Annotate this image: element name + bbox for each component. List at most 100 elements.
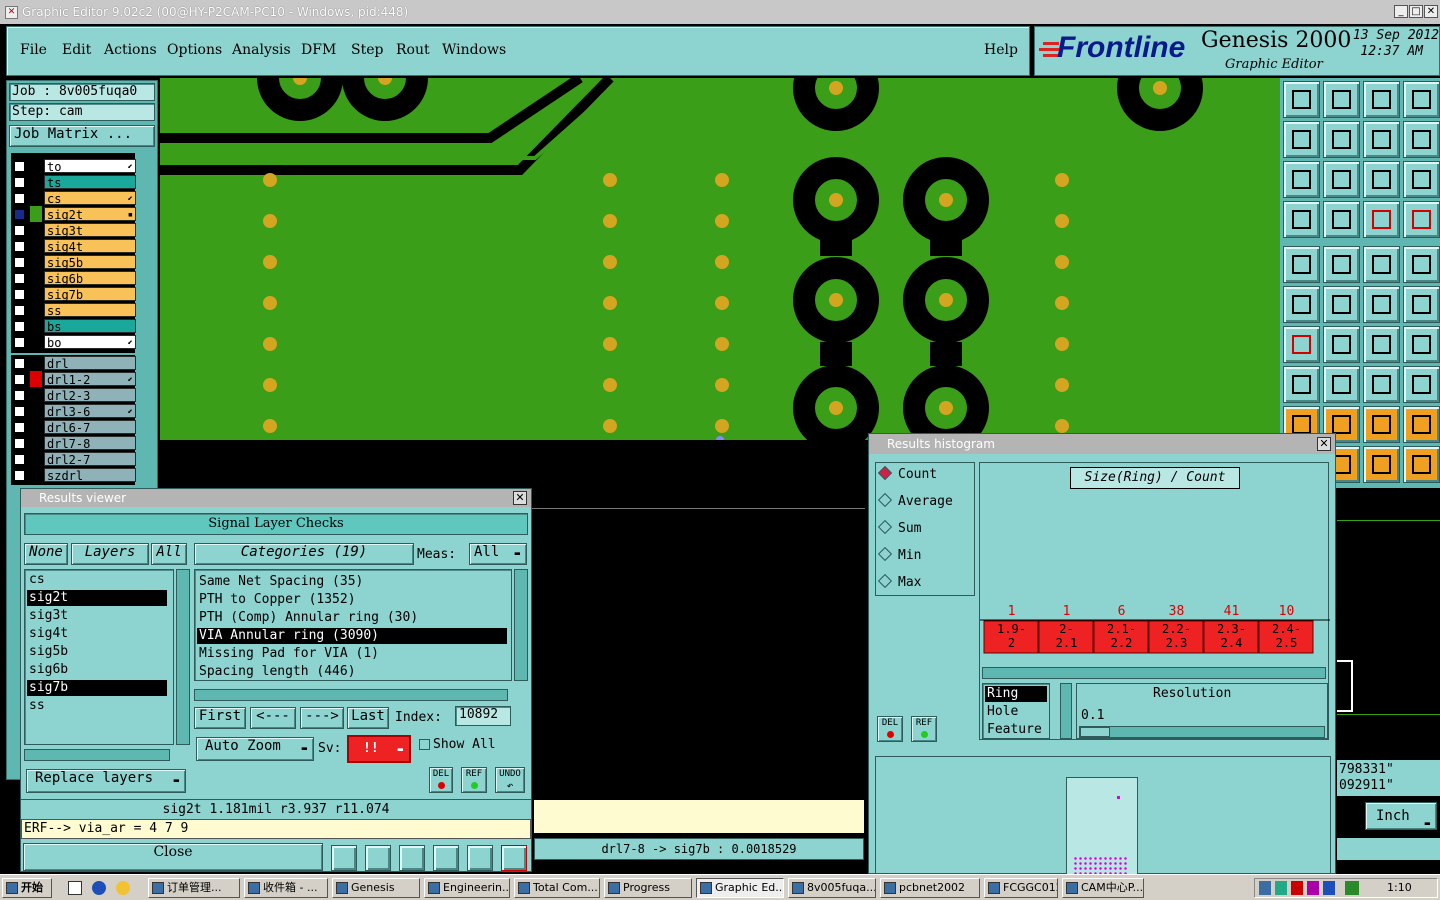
- layer-name[interactable]: bs: [44, 319, 136, 334]
- layer-row-sig5b[interactable]: sig5b: [10, 254, 136, 270]
- layer-row-drl6-7[interactable]: drl6-7: [10, 419, 136, 435]
- menu-help[interactable]: Help: [984, 42, 1018, 58]
- category-item[interactable]: VIA Annular ring (3090): [197, 628, 507, 644]
- layer-checkbox[interactable]: [14, 257, 25, 268]
- layer-checkbox[interactable]: [14, 422, 25, 433]
- pad-icon[interactable]: [1403, 246, 1440, 283]
- close-window-button[interactable]: ✕: [1424, 5, 1438, 18]
- taskbar-item[interactable]: Graphic Ed...: [696, 878, 784, 898]
- layer-row-bo[interactable]: bo ⬋: [10, 334, 136, 350]
- taskbar-item[interactable]: pcbnet2002: [880, 878, 980, 898]
- none-button[interactable]: None: [24, 543, 68, 565]
- span-icon[interactable]: [1363, 366, 1400, 403]
- layer-checkbox[interactable]: [14, 390, 25, 401]
- window-icon[interactable]: [1403, 81, 1440, 118]
- one-to-one-icon[interactable]: [1363, 161, 1400, 198]
- replace-layers-select[interactable]: Replace layers ▬: [26, 769, 186, 793]
- stat-option-average[interactable]: Average: [877, 492, 953, 512]
- layer-row-to[interactable]: to ⬋: [10, 158, 136, 174]
- result-layer-item[interactable]: sig7b: [27, 680, 167, 696]
- cross-icon[interactable]: [1323, 286, 1360, 323]
- desktop-icon[interactable]: [68, 881, 82, 895]
- layer-row-drl7-8[interactable]: drl7-8: [10, 435, 136, 451]
- menu-actions[interactable]: Actions: [104, 42, 157, 58]
- layer-row-drl2-7[interactable]: drl2-7: [10, 451, 136, 467]
- menu-rout[interactable]: Rout: [396, 42, 430, 58]
- layer-list-hscrollbar[interactable]: [24, 749, 170, 761]
- report-icon[interactable]: [331, 845, 357, 871]
- type-list[interactable]: Ring Hole Feature: [982, 683, 1050, 739]
- layer-checkbox[interactable]: [14, 337, 25, 348]
- layer-checkbox[interactable]: [14, 273, 25, 284]
- show-all-checkbox[interactable]: [419, 739, 430, 750]
- menu-analysis[interactable]: Analysis: [232, 42, 291, 58]
- zoom-center-icon[interactable]: [1323, 161, 1360, 198]
- list-icon[interactable]: [467, 845, 493, 871]
- menu-dfm[interactable]: DFM: [301, 42, 336, 58]
- gear-blue-icon[interactable]: [1403, 366, 1440, 403]
- layer-row-bs[interactable]: bs: [10, 318, 136, 334]
- category-list[interactable]: Same Net Spacing (35) PTH to Copper (1352…: [194, 569, 512, 681]
- layer-name[interactable]: sig3t: [44, 223, 136, 238]
- stat-option-count[interactable]: Count: [877, 465, 937, 485]
- hist-del-button[interactable]: DEL: [877, 716, 903, 742]
- hist-ref-button[interactable]: REF: [911, 716, 937, 742]
- layer-checkbox[interactable]: [14, 241, 25, 252]
- resolution-slider[interactable]: [1079, 726, 1325, 738]
- flag-icon[interactable]: [1363, 406, 1400, 443]
- auto-zoom-select[interactable]: Auto Zoom ▬: [196, 737, 314, 761]
- cancel-grid-icon[interactable]: [399, 845, 425, 871]
- layer-row-sig3t[interactable]: sig3t: [10, 222, 136, 238]
- layer-checkbox[interactable]: [14, 358, 25, 369]
- layer-name[interactable]: bo ⬋: [44, 335, 136, 350]
- select-icon[interactable]: [1283, 246, 1320, 283]
- result-layer-item[interactable]: sig3t: [27, 608, 167, 624]
- swap-icon[interactable]: [1363, 121, 1400, 158]
- arc-icon[interactable]: [1363, 326, 1400, 363]
- layer-name[interactable]: drl2-7: [44, 452, 136, 467]
- cursor4-icon[interactable]: [1403, 446, 1440, 483]
- next-button[interactable]: --->: [300, 707, 344, 729]
- edit-shape-icon[interactable]: [1323, 246, 1360, 283]
- units-select[interactable]: Inch ▬: [1365, 802, 1437, 830]
- first-button[interactable]: First: [194, 707, 246, 729]
- layer-checkbox[interactable]: [14, 305, 25, 316]
- minimize-button[interactable]: _: [1394, 5, 1408, 18]
- layer-row-drl[interactable]: drl: [10, 355, 136, 371]
- layer-row-drl1-2[interactable]: drl1-2 ⬋: [10, 371, 136, 387]
- measure-ruler-icon[interactable]: [1363, 246, 1400, 283]
- category-item[interactable]: Same Net Spacing (35): [197, 574, 507, 590]
- layer-checkbox[interactable]: [14, 438, 25, 449]
- layer-checkbox[interactable]: [14, 225, 25, 236]
- layer-name[interactable]: ts: [44, 175, 136, 190]
- histogram-close-icon[interactable]: ✕: [1317, 437, 1331, 451]
- taskbar-item[interactable]: CAM中心P...: [1062, 878, 1144, 898]
- layer-row-drl2-3[interactable]: drl2-3: [10, 387, 136, 403]
- type-option[interactable]: Ring: [985, 686, 1047, 702]
- undo-button[interactable]: UNDO ↶: [495, 767, 525, 793]
- result-layer-item[interactable]: sig6b: [27, 662, 167, 678]
- layer-row-sig7b[interactable]: sig7b: [10, 286, 136, 302]
- ie-icon[interactable]: [92, 881, 106, 895]
- category-scrollbar[interactable]: [514, 569, 528, 681]
- del-button[interactable]: DEL: [429, 767, 453, 793]
- taskbar-item[interactable]: Engineerin...: [424, 878, 510, 898]
- menu-edit[interactable]: Edit: [62, 42, 91, 58]
- result-layer-item[interactable]: ss: [27, 698, 167, 714]
- layer-name[interactable]: sig7b: [44, 287, 136, 302]
- category-item[interactable]: PTH to Copper (1352): [197, 592, 507, 608]
- layer-name[interactable]: szdrl: [44, 468, 136, 483]
- layer-name[interactable]: sig6b: [44, 271, 136, 286]
- open-icon[interactable]: [1283, 81, 1320, 118]
- menu-file[interactable]: File: [20, 42, 47, 58]
- layer-name[interactable]: cs ⬋: [44, 191, 136, 206]
- tray-icons[interactable]: [1259, 881, 1341, 895]
- help-icon[interactable]: [1403, 161, 1440, 198]
- grid-icon[interactable]: [1323, 201, 1360, 238]
- layer-row-sig6b[interactable]: sig6b: [10, 270, 136, 286]
- layer-checkbox[interactable]: [14, 161, 25, 172]
- ref-button[interactable]: REF: [461, 767, 487, 793]
- layer-row-cs[interactable]: cs ⬋: [10, 190, 136, 206]
- all-button[interactable]: All: [151, 543, 187, 565]
- pcb-canvas[interactable]: [160, 78, 1280, 440]
